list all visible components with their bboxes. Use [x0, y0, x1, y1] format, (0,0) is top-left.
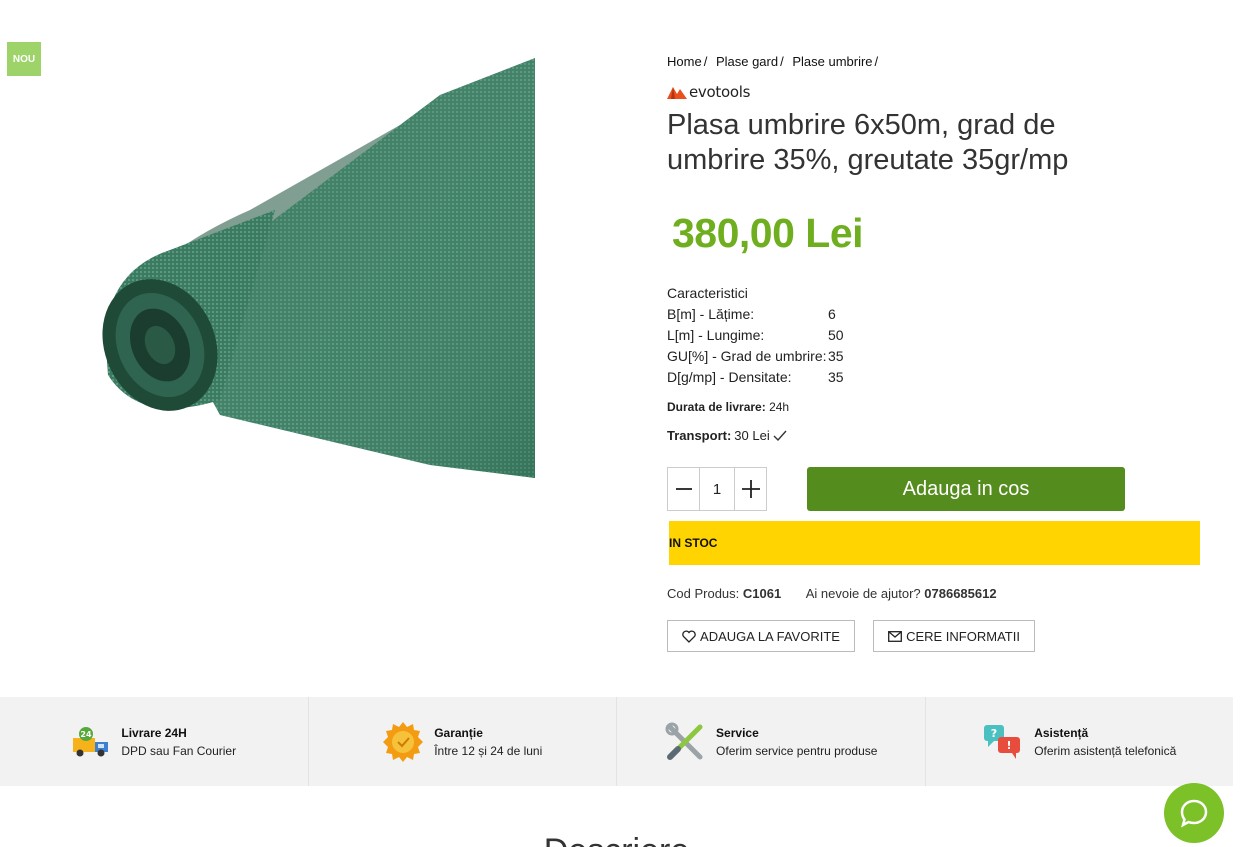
stock-status: IN STOC — [669, 521, 1200, 565]
request-info-label: CERE INFORMATII — [906, 628, 1020, 644]
description-heading: Descriere — [0, 832, 1233, 847]
feature-subtitle: Oferim asistență telefonică — [1034, 743, 1177, 758]
quantity-decrease-button[interactable] — [668, 468, 699, 510]
delivery-time: Durata de livrare: 24h — [667, 400, 789, 414]
chat-bubble-icon — [1180, 799, 1208, 828]
feature-subtitle: DPD sau Fan Courier — [121, 743, 237, 758]
checkmark-icon — [773, 430, 787, 441]
product-code: C1061 — [742, 586, 782, 601]
brand-name: evotools — [689, 83, 751, 101]
spec-label: B[m] - Lățime: — [667, 306, 755, 322]
new-badge: NOU — [7, 42, 41, 76]
heart-icon — [682, 629, 696, 643]
product-image[interactable] — [100, 55, 540, 480]
product-code-label: Cod Produs: — [667, 586, 740, 601]
feature-service: Service Oferim service pentru produse — [617, 697, 926, 786]
feature-subtitle: Oferim service pentru produse — [716, 743, 878, 758]
spec-label: L[m] - Lungime: — [667, 327, 765, 343]
envelope-icon — [888, 630, 903, 642]
spec-row: B[m] - Lățime: 6 — [667, 304, 844, 325]
specifications: Caracteristici B[m] - Lățime: 6 L[m] - L… — [667, 283, 844, 388]
product-title: Plasa umbrire 6x50m, grad de umbrire 35%… — [667, 109, 1069, 176]
breadcrumb-plase-umbrire[interactable]: Plase umbrire — [792, 54, 872, 69]
feature-subtitle: Între 12 și 24 de luni — [434, 743, 543, 758]
spec-row: GU[%] - Grad de umbrire: 35 — [667, 346, 844, 367]
spec-row: L[m] - Lungime: 50 — [667, 325, 844, 346]
quantity-stepper: 1 — [667, 467, 767, 511]
feature-support: ? ! Asistență Oferim asistență telefonic… — [926, 697, 1234, 786]
breadcrumb-home[interactable]: Home — [667, 54, 702, 69]
quantity-input[interactable]: 1 — [699, 468, 735, 510]
spec-value: 50 — [828, 327, 844, 343]
delivery-truck-icon: 24 — [73, 726, 109, 756]
product-price: 380,00 Lei — [672, 210, 864, 256]
help-phone[interactable]: 0786685612 — [924, 586, 996, 601]
spec-label: D[g/mp] - Densitate: — [667, 369, 792, 385]
feature-title: Service — [716, 725, 759, 740]
spec-row: D[g/mp] - Densitate: 35 — [667, 367, 844, 388]
feature-title: Garanție — [434, 725, 483, 740]
feature-warranty: Garanție Între 12 și 24 de luni — [309, 697, 617, 786]
add-to-cart-button[interactable]: Adauga in cos — [807, 467, 1125, 511]
spec-value: 35 — [828, 369, 844, 385]
quantity-increase-button[interactable] — [735, 468, 766, 510]
transport-value: 30 Lei — [734, 428, 770, 443]
delivery-label: Durata de livrare: — [667, 400, 766, 414]
product-meta: Cod Produs: C1061 Ai nevoie de ajutor? 0… — [667, 586, 997, 601]
spec-label: GU[%] - Grad de umbrire: — [667, 348, 827, 364]
features-bar: 24 Livrare 24H DPD sau Fan Courier Garan… — [0, 697, 1233, 786]
svg-text:!: ! — [1007, 739, 1012, 752]
transport-cost: Transport: 30 Lei — [667, 428, 787, 443]
breadcrumb: Home / Plase gard / Plase umbrire / — [667, 54, 879, 69]
spec-value: 6 — [828, 306, 836, 322]
help-label: Ai nevoie de ajutor? — [805, 586, 921, 601]
breadcrumb-plase-gard[interactable]: Plase gard — [716, 54, 778, 69]
feature-title: Livrare 24H — [121, 725, 187, 740]
minus-icon — [675, 488, 692, 490]
favorites-label: ADAUGA LA FAVORITE — [700, 628, 840, 644]
svg-text:24: 24 — [81, 730, 93, 739]
request-info-button[interactable]: CERE INFORMATII — [873, 620, 1035, 652]
service-tools-icon — [665, 722, 703, 760]
delivery-value: 24h — [769, 400, 790, 414]
chat-support-icon: ? ! — [984, 724, 1021, 759]
feature-title: Asistență — [1034, 725, 1089, 740]
chat-widget-button[interactable] — [1164, 783, 1224, 843]
svg-text:?: ? — [991, 727, 997, 740]
brand-mountain-icon — [667, 87, 687, 99]
feature-delivery: 24 Livrare 24H DPD sau Fan Courier — [0, 697, 309, 786]
spec-value: 35 — [828, 348, 844, 364]
transport-label: Transport: — [667, 428, 732, 443]
brand-logo[interactable]: evotools — [667, 82, 750, 102]
add-to-favorites-button[interactable]: ADAUGA LA FAVORITE — [667, 620, 855, 652]
specifications-heading: Caracteristici — [667, 285, 748, 301]
plus-icon — [741, 480, 760, 498]
warranty-badge-icon — [383, 721, 424, 762]
